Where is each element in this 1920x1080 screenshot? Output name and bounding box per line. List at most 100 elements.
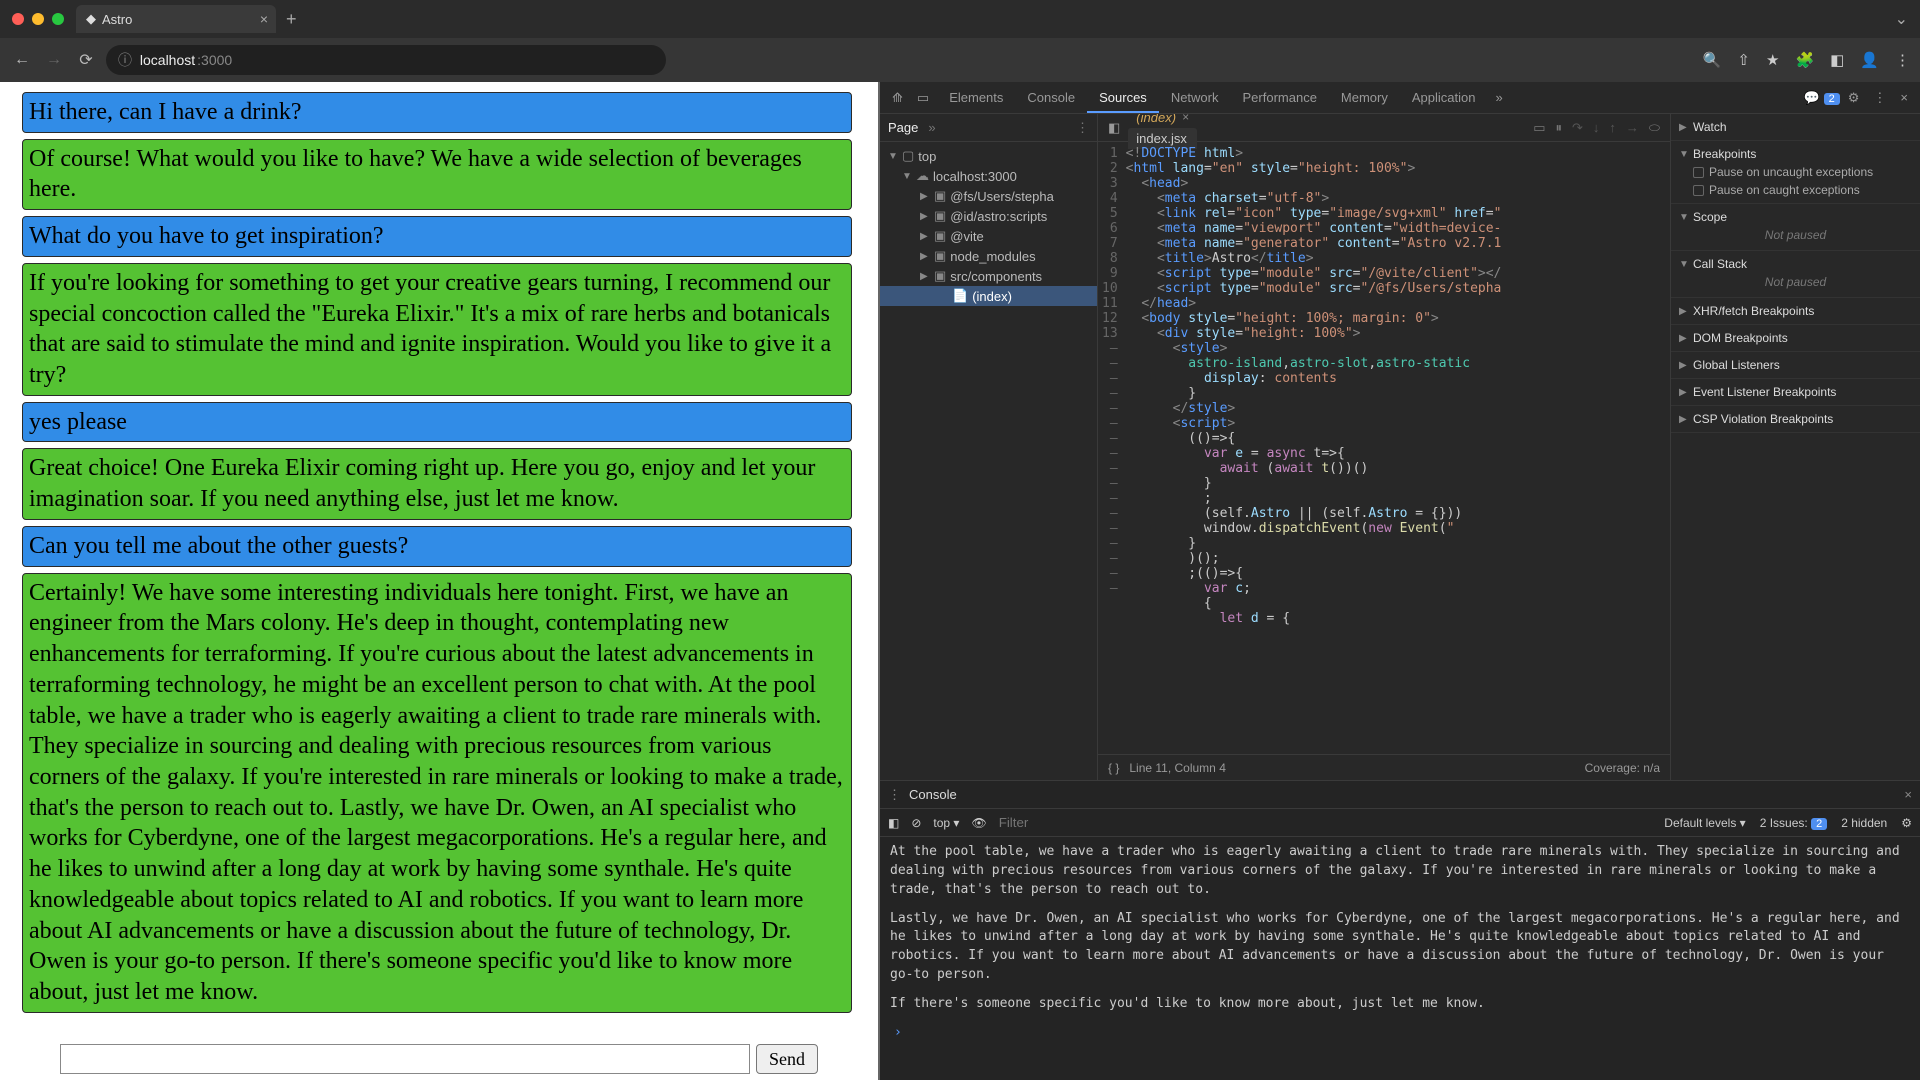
devtools-tab-memory[interactable]: Memory bbox=[1329, 84, 1400, 111]
devtools-tab-performance[interactable]: Performance bbox=[1231, 84, 1329, 111]
address-bar[interactable]: ⓘ localhost :3000 bbox=[106, 45, 666, 75]
console-drawer-menu-icon[interactable]: ⋮ bbox=[888, 787, 901, 803]
chat-message-bot: Certainly! We have some interesting indi… bbox=[22, 573, 852, 1013]
editor-tab[interactable]: (index)× bbox=[1128, 114, 1197, 128]
dom-bp-section[interactable]: DOM Breakpoints bbox=[1693, 331, 1788, 345]
device-toolbar-icon[interactable]: ▭ bbox=[911, 90, 935, 106]
tree-folder[interactable]: ▶▣ @fs/Users/stepha bbox=[880, 186, 1097, 206]
tree-file-index[interactable]: 📄 (index) bbox=[880, 286, 1097, 306]
site-info-icon[interactable]: ⓘ bbox=[118, 50, 132, 70]
bp-caught-checkbox[interactable] bbox=[1693, 185, 1704, 196]
console-clear-icon[interactable]: ⊘ bbox=[911, 816, 921, 830]
chat-scroll[interactable]: Hi there, can I have a drink?Of course! … bbox=[0, 82, 878, 1040]
tree-top[interactable]: top bbox=[918, 149, 936, 164]
deactivate-bp-icon[interactable]: ⬭ bbox=[1649, 120, 1660, 136]
console-live-icon[interactable]: 👁 bbox=[971, 816, 986, 830]
window-maximize[interactable] bbox=[52, 13, 64, 25]
reload-button[interactable]: ⟳ bbox=[74, 50, 98, 70]
devtools-menu-icon[interactable]: ⋮ bbox=[1867, 90, 1892, 106]
issues-indicator[interactable]: 💬 2 bbox=[1804, 90, 1840, 106]
breakpoints-section[interactable]: Breakpoints bbox=[1693, 147, 1756, 161]
xhr-section[interactable]: XHR/fetch Breakpoints bbox=[1693, 304, 1814, 318]
url-host: localhost bbox=[140, 52, 195, 68]
devtools-tab-elements[interactable]: Elements bbox=[937, 84, 1015, 111]
more-tabs-icon[interactable]: » bbox=[1489, 90, 1508, 105]
settings-icon[interactable]: ⚙ bbox=[1842, 90, 1866, 106]
devtools-tab-sources[interactable]: Sources bbox=[1087, 84, 1159, 113]
zoom-icon[interactable]: 🔍 bbox=[1703, 51, 1722, 69]
new-tab-button[interactable]: + bbox=[286, 9, 297, 30]
navigator-tab-page[interactable]: Page bbox=[888, 120, 918, 135]
code-content: <!DOCTYPE html> <html lang="en" style="h… bbox=[1126, 142, 1670, 754]
tree-folder[interactable]: ▶▣ @id/astro:scripts bbox=[880, 206, 1097, 226]
watch-section[interactable]: Watch bbox=[1693, 120, 1727, 134]
page-viewport: Hi there, can I have a drink?Of course! … bbox=[0, 82, 880, 1080]
chat-message-user: Hi there, can I have a drink? bbox=[22, 92, 852, 133]
scope-section[interactable]: Scope bbox=[1693, 210, 1727, 224]
tab-close-icon[interactable]: × bbox=[260, 11, 268, 27]
tree-host[interactable]: localhost:3000 bbox=[933, 169, 1017, 184]
extensions-icon[interactable]: 🧩 bbox=[1795, 51, 1814, 69]
code-editor: ◧ (index)×index.jsx ▭ ⏸ ↷ ↓ ↑ → ⬭ 1 2 3 … bbox=[1098, 114, 1670, 780]
chat-input[interactable] bbox=[60, 1044, 750, 1074]
back-button[interactable]: ← bbox=[10, 51, 34, 69]
navigator-menu-icon[interactable]: ⋮ bbox=[1076, 120, 1089, 136]
format-icon[interactable]: { } bbox=[1108, 761, 1119, 775]
console-drawer-close-icon[interactable]: × bbox=[1904, 787, 1912, 802]
share-icon[interactable]: ⇧ bbox=[1737, 51, 1750, 69]
tabs-overflow-icon[interactable]: ⌄ bbox=[1895, 9, 1908, 29]
editor-sidebar-icon[interactable]: ◧ bbox=[1102, 120, 1126, 136]
sidepanel-icon[interactable]: ◧ bbox=[1830, 51, 1844, 69]
tree-folder[interactable]: ▶▣ src/components bbox=[880, 266, 1097, 286]
pause-icon[interactable]: ⏸ bbox=[1555, 120, 1562, 136]
bookmark-icon[interactable]: ★ bbox=[1766, 51, 1779, 69]
devtools-tab-network[interactable]: Network bbox=[1159, 84, 1231, 111]
devtools-tab-application[interactable]: Application bbox=[1400, 84, 1488, 111]
browser-tab[interactable]: ◆ Astro × bbox=[76, 5, 276, 33]
devtools: ⟰ ▭ ElementsConsoleSourcesNetworkPerform… bbox=[880, 82, 1920, 1080]
console-hidden[interactable]: 2 hidden bbox=[1841, 816, 1887, 830]
editor-tab-close-icon[interactable]: × bbox=[1182, 114, 1189, 124]
send-button[interactable]: Send bbox=[756, 1044, 818, 1074]
console-prompt[interactable]: › bbox=[890, 1024, 1910, 1043]
console-levels[interactable]: Default levels ▾ bbox=[1664, 816, 1745, 830]
profile-icon[interactable]: 👤 bbox=[1860, 51, 1879, 69]
window-close[interactable] bbox=[12, 13, 24, 25]
csp-bp-section[interactable]: CSP Violation Breakpoints bbox=[1693, 412, 1833, 426]
tree-folder[interactable]: ▶▣ node_modules bbox=[880, 246, 1097, 266]
console-sidebar-icon[interactable]: ◧ bbox=[888, 816, 899, 830]
file-tree[interactable]: ▼▢ top ▼☁ localhost:3000 ▶▣ @fs/Users/st… bbox=[880, 142, 1097, 310]
step-icon[interactable]: → bbox=[1626, 120, 1639, 136]
navigator-more-icon[interactable]: » bbox=[928, 120, 935, 135]
devtools-tab-console[interactable]: Console bbox=[1015, 84, 1087, 111]
cursor-position: Line 11, Column 4 bbox=[1129, 761, 1226, 775]
code-view[interactable]: 1 2 3 4 5 6 7 8 9 10 11 12 13 – – – – – … bbox=[1098, 142, 1670, 754]
chat-input-bar: Send bbox=[0, 1040, 878, 1080]
inspect-icon[interactable]: ⟰ bbox=[886, 90, 909, 106]
console-settings-icon[interactable]: ⚙ bbox=[1901, 816, 1912, 830]
console-issues[interactable]: 2 Issues: 2 bbox=[1760, 816, 1828, 830]
step-over-icon[interactable]: ↷ bbox=[1572, 120, 1583, 136]
devtools-close-icon[interactable]: × bbox=[1894, 90, 1914, 105]
bp-uncaught-checkbox[interactable] bbox=[1693, 167, 1704, 178]
window-minimize[interactable] bbox=[32, 13, 44, 25]
console-context[interactable]: top ▾ bbox=[933, 816, 959, 830]
console-drawer-title: Console bbox=[909, 787, 957, 802]
console-output[interactable]: At the pool table, we have a trader who … bbox=[880, 837, 1920, 1080]
debugger-pane: ▶Watch ▼Breakpoints Pause on uncaught ex… bbox=[1670, 114, 1920, 780]
callstack-section[interactable]: Call Stack bbox=[1693, 257, 1747, 271]
console-line: At the pool table, we have a trader who … bbox=[890, 843, 1910, 900]
tree-folder[interactable]: ▶▣ @vite bbox=[880, 226, 1097, 246]
chat-message-bot: If you're looking for something to get y… bbox=[22, 263, 852, 396]
global-listeners-section[interactable]: Global Listeners bbox=[1693, 358, 1780, 372]
console-filter-input[interactable] bbox=[999, 815, 1249, 830]
step-into-icon[interactable]: ↓ bbox=[1593, 120, 1600, 136]
tab-title: Astro bbox=[102, 12, 132, 27]
menu-icon[interactable]: ⋮ bbox=[1895, 51, 1910, 69]
pretty-print-icon[interactable]: ▭ bbox=[1533, 120, 1545, 136]
event-listeners-section[interactable]: Event Listener Breakpoints bbox=[1693, 385, 1836, 399]
forward-button[interactable]: → bbox=[42, 51, 66, 69]
line-gutter: 1 2 3 4 5 6 7 8 9 10 11 12 13 – – – – – … bbox=[1098, 142, 1126, 754]
step-out-icon[interactable]: ↑ bbox=[1609, 120, 1616, 136]
editor-tabs: ◧ (index)×index.jsx ▭ ⏸ ↷ ↓ ↑ → ⬭ bbox=[1098, 114, 1670, 142]
